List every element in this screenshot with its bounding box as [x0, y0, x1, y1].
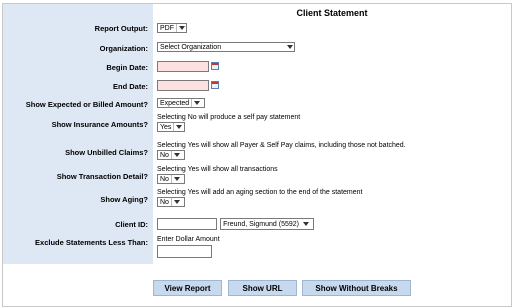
chevron-down-icon — [191, 99, 201, 107]
unbilled-claims-select[interactable]: No — [157, 150, 185, 160]
end-date-label: End Date: — [112, 82, 148, 91]
organization-select[interactable]: Select Organization — [157, 42, 295, 52]
insurance-amounts-note: Selecting No will produce a self pay sta… — [157, 114, 301, 121]
begin-date-control — [157, 61, 219, 72]
chevron-down-icon — [173, 123, 183, 131]
organization-control: Select Organization — [157, 42, 295, 52]
aging-note: Selecting Yes will add an aging section … — [157, 189, 363, 196]
aging-control: Selecting Yes will add an aging section … — [157, 189, 362, 207]
dollar-amount-input[interactable] — [157, 245, 212, 258]
insurance-amounts-control: Selecting No will produce a self pay sta… — [157, 114, 300, 132]
transaction-detail-note: Selecting Yes will show all transactions — [157, 166, 278, 173]
calendar-icon[interactable] — [211, 62, 219, 70]
unbilled-claims-label: Show Unbilled Claims? — [65, 148, 148, 157]
chevron-down-icon — [285, 43, 294, 51]
expected-billed-select[interactable]: Expected — [157, 98, 205, 108]
begin-date-label: Begin Date: — [106, 63, 148, 72]
report-output-label: Report Output: — [94, 24, 148, 33]
end-date-control — [157, 80, 219, 91]
exclude-statements-note: Enter Dollar Amount — [157, 236, 220, 243]
end-date-input[interactable] — [157, 80, 209, 91]
show-without-breaks-button[interactable]: Show Without Breaks — [302, 280, 411, 296]
begin-date-input[interactable] — [157, 61, 209, 72]
report-output-select[interactable]: PDF — [157, 23, 187, 33]
show-url-button[interactable]: Show URL — [228, 280, 297, 296]
client-statement-form: Client Statement Report Output: PDF Orga… — [2, 3, 512, 307]
client-id-label: Client ID: — [115, 220, 148, 229]
transaction-detail-control: Selecting Yes will show all transactions… — [157, 166, 278, 184]
client-id-control: Freund, Sigmund (5592) — [157, 218, 315, 230]
expected-billed-label: Show Expected or Billed Amount? — [25, 100, 148, 109]
unbilled-claims-note: Selecting Yes will show all Payer & Self… — [157, 142, 406, 149]
unbilled-claims-control: Selecting Yes will show all Payer & Self… — [157, 142, 406, 160]
transaction-detail-label: Show Transaction Detail? — [56, 172, 148, 181]
aging-label: Show Aging? — [100, 195, 148, 204]
insurance-amounts-select[interactable]: Yes — [157, 122, 185, 132]
exclude-statements-label: Exclude Statements Less Than: — [35, 238, 148, 247]
organization-label: Organization: — [99, 44, 148, 53]
report-output-control: PDF — [157, 23, 187, 33]
transaction-detail-select[interactable]: No — [157, 174, 185, 184]
client-select[interactable]: Freund, Sigmund (5592) — [220, 218, 315, 230]
exclude-statements-control: Enter Dollar Amount — [157, 236, 220, 258]
chevron-down-icon — [170, 175, 181, 183]
aging-select[interactable]: No — [157, 197, 185, 207]
chevron-down-icon — [301, 220, 310, 228]
page-title: Client Statement — [296, 8, 368, 18]
view-report-button[interactable]: View Report — [153, 280, 222, 296]
insurance-amounts-label: Show Insurance Amounts? — [51, 120, 148, 129]
client-id-input[interactable] — [157, 218, 217, 230]
calendar-icon[interactable] — [211, 81, 219, 89]
chevron-down-icon — [170, 151, 181, 159]
chevron-down-icon — [176, 24, 186, 32]
expected-billed-control: Expected — [157, 98, 205, 108]
chevron-down-icon — [170, 198, 181, 206]
